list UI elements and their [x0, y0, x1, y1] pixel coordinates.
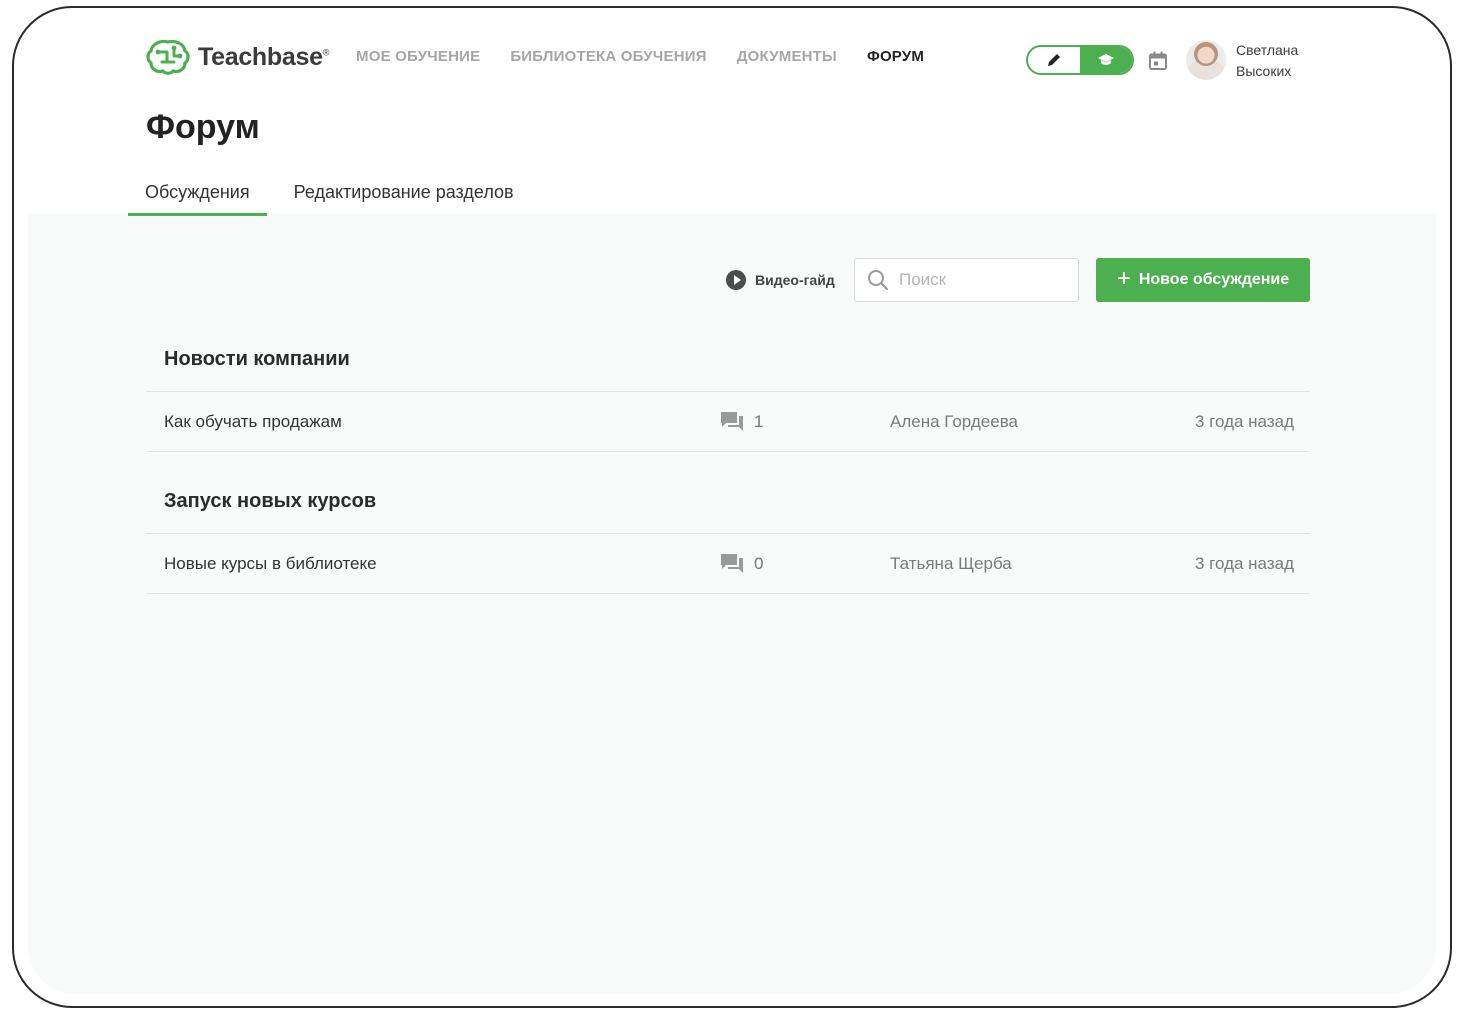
forum-section: Запуск новых курсов Новые курсы в библио… [146, 470, 1310, 594]
search-icon [868, 270, 889, 291]
nav-item-my-learning[interactable]: МОЕ ОБУЧЕНИЕ [356, 48, 480, 65]
pencil-icon [1048, 54, 1060, 66]
graduation-cap-icon [1098, 54, 1114, 65]
comments-icon [721, 412, 743, 431]
calendar-icon[interactable] [1148, 51, 1168, 71]
avatar[interactable] [1186, 40, 1226, 80]
nav-item-library[interactable]: БИБЛИОТЕКА ОБУЧЕНИЯ [510, 48, 706, 65]
tab-edit-sections[interactable]: Редактирование разделов [277, 178, 531, 216]
topic-author: Алена Гордеева [890, 412, 1018, 431]
nav-item-forum[interactable]: ФОРУМ [867, 48, 924, 65]
nav-item-documents[interactable]: ДОКУМЕНТЫ [737, 48, 837, 65]
topic-row[interactable]: Как обучать продажам 1 Алена Гордеева 3 … [146, 392, 1310, 452]
plus-icon: + [1116, 265, 1131, 292]
topic-time: 3 года назад [1194, 554, 1294, 573]
new-discussion-button[interactable]: + Новое обсуждение [1096, 258, 1310, 302]
forum-sections: Новости компании Как обучать продажам 1 … [146, 328, 1310, 594]
topic-title[interactable]: Новые курсы в библиотеке [164, 554, 377, 574]
mode-toggle[interactable] [1026, 45, 1134, 75]
tab-discussions[interactable]: Обсуждения [128, 178, 267, 216]
new-discussion-label: Новое обсуждение [1138, 271, 1290, 288]
topic-author: Татьяна Щерба [890, 554, 1012, 573]
topic-time: 3 года назад [1194, 412, 1294, 431]
user-last-name: Высоких [1236, 63, 1292, 79]
video-guide-label: Видео-гайд [755, 272, 835, 288]
play-icon [726, 270, 746, 290]
video-guide-link[interactable]: Видео-гайд [726, 270, 835, 290]
forum-section: Новости компании Как обучать продажам 1 … [146, 328, 1310, 452]
section-title[interactable]: Запуск новых курсов [146, 470, 1310, 534]
search-box[interactable] [854, 258, 1079, 302]
brain-logo-icon [146, 39, 190, 75]
main-nav: МОЕ ОБУЧЕНИЕ БИБЛИОТЕКА ОБУЧЕНИЯ ДОКУМЕН… [356, 48, 924, 65]
logo[interactable]: Teachbase® [146, 38, 329, 76]
learn-mode-button[interactable] [1080, 47, 1132, 73]
top-header: Teachbase® МОЕ ОБУЧЕНИЕ БИБЛИОТЕКА ОБУЧЕ… [14, 8, 1450, 108]
section-title[interactable]: Новости компании [146, 328, 1310, 392]
search-input[interactable] [899, 270, 1059, 290]
tab-bar: Обсуждения Редактирование разделов [128, 178, 531, 216]
comment-count: 1 [754, 412, 764, 431]
page-title: Форум [146, 108, 260, 146]
topic-title[interactable]: Как обучать продажам [164, 412, 342, 432]
comment-count: 0 [754, 554, 764, 573]
edit-mode-button[interactable] [1028, 47, 1080, 73]
topic-row[interactable]: Новые курсы в библиотеке 0 Татьяна Щерба… [146, 534, 1310, 594]
logo-text: Teachbase® [198, 42, 330, 71]
comments-icon [721, 554, 743, 573]
user-name[interactable]: Светлана Высоких [1236, 40, 1298, 82]
user-first-name: Светлана [1236, 42, 1299, 58]
app-window: Teachbase® МОЕ ОБУЧЕНИЕ БИБЛИОТЕКА ОБУЧЕ… [12, 6, 1452, 1008]
